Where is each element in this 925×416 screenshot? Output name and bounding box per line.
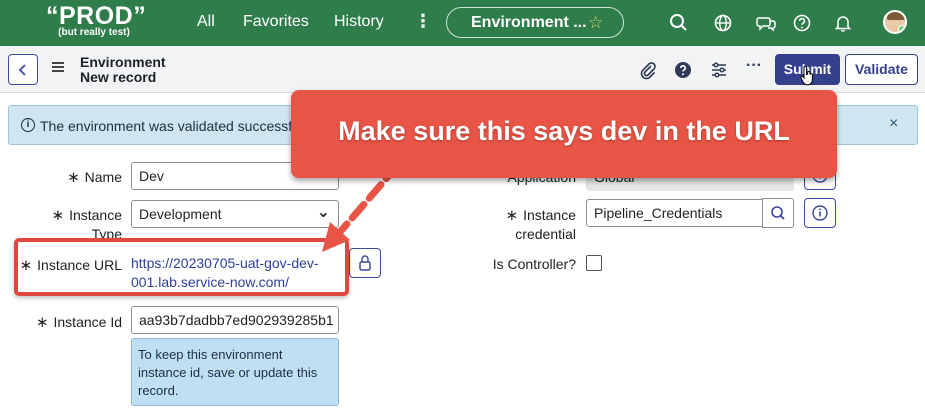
credential-info-button[interactable]: [804, 198, 836, 228]
close-icon[interactable]: ×: [889, 115, 898, 133]
menu-icon[interactable]: [52, 62, 64, 72]
globe-icon[interactable]: [712, 12, 734, 34]
instance-credential-label: ∗ Instance credential: [480, 206, 576, 243]
record-table-name: Environment: [80, 54, 166, 70]
nav-all[interactable]: All: [197, 13, 215, 31]
required-icon: ∗: [51, 207, 65, 224]
bell-icon[interactable]: [832, 12, 854, 34]
instance-id-hint: To keep this environment instance id, sa…: [131, 338, 339, 406]
lock-button[interactable]: [349, 248, 381, 278]
hand-cursor-icon: [800, 66, 813, 86]
back-button[interactable]: [8, 54, 38, 85]
logo[interactable]: “PROD” (but really test): [46, 2, 147, 38]
help-circle-icon[interactable]: [673, 60, 693, 80]
name-label: ∗ Name: [56, 168, 122, 186]
required-icon: ∗: [505, 207, 519, 224]
help-icon[interactable]: [791, 12, 813, 34]
more-options-icon[interactable]: ···: [746, 57, 766, 77]
instance-type-select[interactable]: Development: [131, 200, 339, 228]
context-pill-title: Environment ...: [471, 14, 587, 31]
required-icon: ∗: [67, 169, 80, 186]
record-title: Environment New record: [80, 55, 166, 85]
lock-icon: [359, 255, 371, 271]
info-icon: [812, 205, 828, 221]
callout-text: Make sure this says dev in the URL: [338, 116, 790, 146]
info-icon: i: [21, 118, 35, 132]
avatar-hair: [887, 12, 905, 20]
is-controller-checkbox[interactable]: [586, 255, 602, 271]
logo-subtitle: (but really test): [58, 27, 130, 38]
chat-icon[interactable]: [755, 12, 777, 34]
top-navigation-bar: “PROD” (but really test) All Favorites H…: [0, 0, 925, 46]
annotation-callout: Make sure this says dev in the URL: [291, 90, 837, 178]
url-highlight-box: [14, 238, 349, 296]
online-status-dot: [898, 25, 905, 32]
required-icon: ∗: [35, 314, 49, 331]
instance-credential-label-line2: credential: [515, 226, 576, 242]
credential-lookup-button[interactable]: [762, 198, 794, 228]
instance-credential-field[interactable]: Pipeline_Credentials: [586, 199, 763, 227]
instance-id-label: ∗ Instance Id: [26, 313, 122, 331]
instance-id-label-text: Instance Id: [53, 314, 123, 330]
user-avatar[interactable]: [883, 10, 907, 34]
instance-credential-label-line1: Instance: [523, 207, 576, 223]
form-header: Environment New record ··· Submit Valida…: [0, 46, 925, 93]
record-state: New record: [80, 69, 157, 85]
is-controller-label: Is Controller?: [492, 256, 576, 272]
instance-type-label-line1: Instance: [69, 207, 122, 223]
search-icon[interactable]: [668, 12, 690, 34]
favorite-star-icon[interactable]: ☆: [588, 13, 603, 33]
attachment-icon[interactable]: [638, 60, 658, 80]
validate-button[interactable]: Validate: [845, 54, 918, 85]
nav-history[interactable]: History: [334, 13, 384, 31]
nav-more-icon[interactable]: ⋮: [414, 11, 432, 32]
instance-id-field[interactable]: aa93b7dadbb7ed902939285b1: [131, 306, 339, 334]
nav-favorites[interactable]: Favorites: [243, 13, 309, 31]
search-icon: [771, 206, 785, 220]
chevron-left-icon: [18, 64, 26, 76]
banner-message: The environment was validated successful: [40, 118, 304, 134]
logo-title: “PROD”: [46, 2, 147, 30]
settings-sliders-icon[interactable]: [709, 60, 729, 80]
name-label-text: Name: [84, 169, 122, 185]
context-pill[interactable]: Environment ... ☆: [446, 7, 624, 38]
